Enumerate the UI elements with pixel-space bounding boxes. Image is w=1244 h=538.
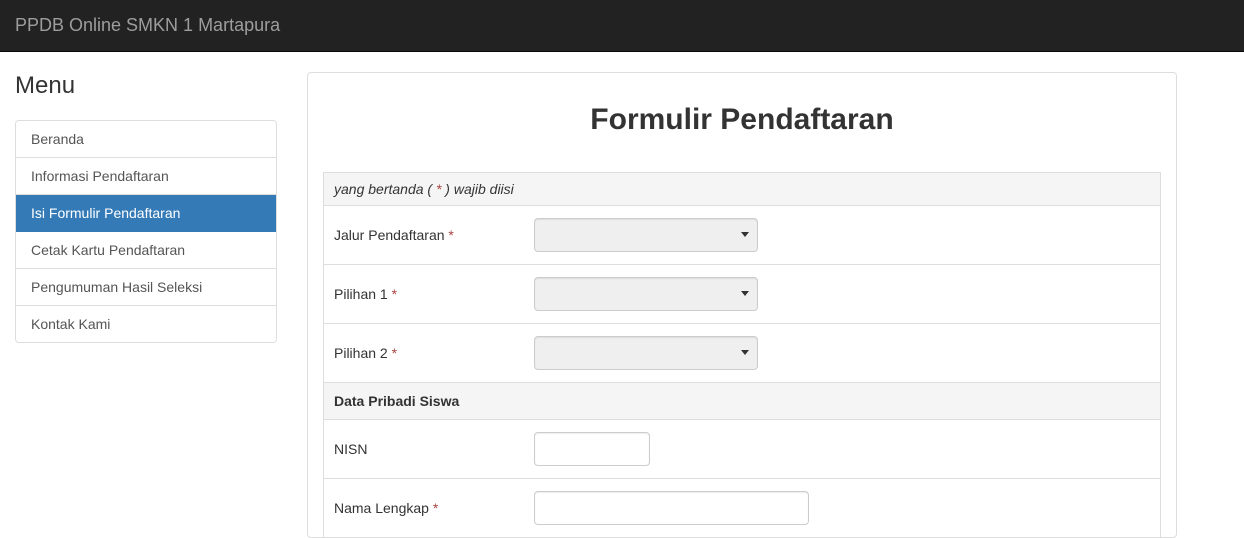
pilihan2-select[interactable] xyxy=(534,336,758,370)
field-jalur-pendaftaran: Jalur Pendaftaran * xyxy=(323,206,1161,265)
pilihan1-label-wrap: Pilihan 1 * xyxy=(334,286,534,302)
sidebar-item-informasi[interactable]: Informasi Pendaftaran xyxy=(16,158,276,195)
field-pilihan1: Pilihan 1 * xyxy=(323,265,1161,324)
field-nama-lengkap: Nama Lengkap * xyxy=(323,479,1161,537)
navbar-brand[interactable]: PPDB Online SMKN 1 Martapura xyxy=(15,0,280,51)
main-content: Formulir Pendaftaran yang bertanda ( * )… xyxy=(307,72,1177,538)
section-data-pribadi: Data Pribadi Siswa xyxy=(323,383,1161,420)
navbar: PPDB Online SMKN 1 Martapura xyxy=(0,0,1244,52)
form-panel: Formulir Pendaftaran yang bertanda ( * )… xyxy=(307,72,1177,538)
nama-label-wrap: Nama Lengkap * xyxy=(334,500,534,516)
required-mark: * xyxy=(448,227,453,243)
field-pilihan2: Pilihan 2 * xyxy=(323,324,1161,383)
pilihan1-label: Pilihan 1 xyxy=(334,286,392,302)
jalur-label-wrap: Jalur Pendaftaran * xyxy=(334,227,534,243)
page-container: Menu Beranda Informasi Pendaftaran Isi F… xyxy=(0,52,1244,538)
required-mark: * xyxy=(392,345,397,361)
nisn-label-wrap: NISN xyxy=(334,441,534,457)
field-nisn: NISN xyxy=(323,420,1161,479)
section-data-pribadi-label: Data Pribadi Siswa xyxy=(334,393,459,409)
pilihan2-label: Pilihan 2 xyxy=(334,345,392,361)
note-prefix: yang bertanda ( xyxy=(334,181,436,197)
pilihan1-select[interactable] xyxy=(534,277,758,311)
page-title: Formulir Pendaftaran xyxy=(308,103,1176,137)
sidebar: Menu Beranda Informasi Pendaftaran Isi F… xyxy=(15,72,277,538)
required-mark: * xyxy=(433,500,438,516)
sidebar-item-beranda[interactable]: Beranda xyxy=(16,121,276,158)
form-body: yang bertanda ( * ) wajib diisi Jalur Pe… xyxy=(308,172,1176,537)
sidebar-heading: Menu xyxy=(15,72,277,100)
jalur-select[interactable] xyxy=(534,218,758,252)
nama-label: Nama Lengkap xyxy=(334,500,433,516)
sidebar-item-cetak[interactable]: Cetak Kartu Pendaftaran xyxy=(16,232,276,269)
nisn-input[interactable] xyxy=(534,432,650,466)
required-mark: * xyxy=(392,286,397,302)
sidebar-item-pengumuman[interactable]: Pengumuman Hasil Seleksi xyxy=(16,269,276,306)
jalur-label: Jalur Pendaftaran xyxy=(334,227,448,243)
sidebar-item-kontak[interactable]: Kontak Kami xyxy=(16,306,276,342)
sidebar-item-isi-formulir[interactable]: Isi Formulir Pendaftaran xyxy=(16,195,276,232)
sidebar-menu: Beranda Informasi Pendaftaran Isi Formul… xyxy=(15,120,277,343)
required-note: yang bertanda ( * ) wajib diisi xyxy=(323,172,1161,206)
pilihan2-label-wrap: Pilihan 2 * xyxy=(334,345,534,361)
nama-input[interactable] xyxy=(534,491,809,525)
nisn-label: NISN xyxy=(334,441,367,457)
note-suffix: ) wajib diisi xyxy=(441,181,513,197)
